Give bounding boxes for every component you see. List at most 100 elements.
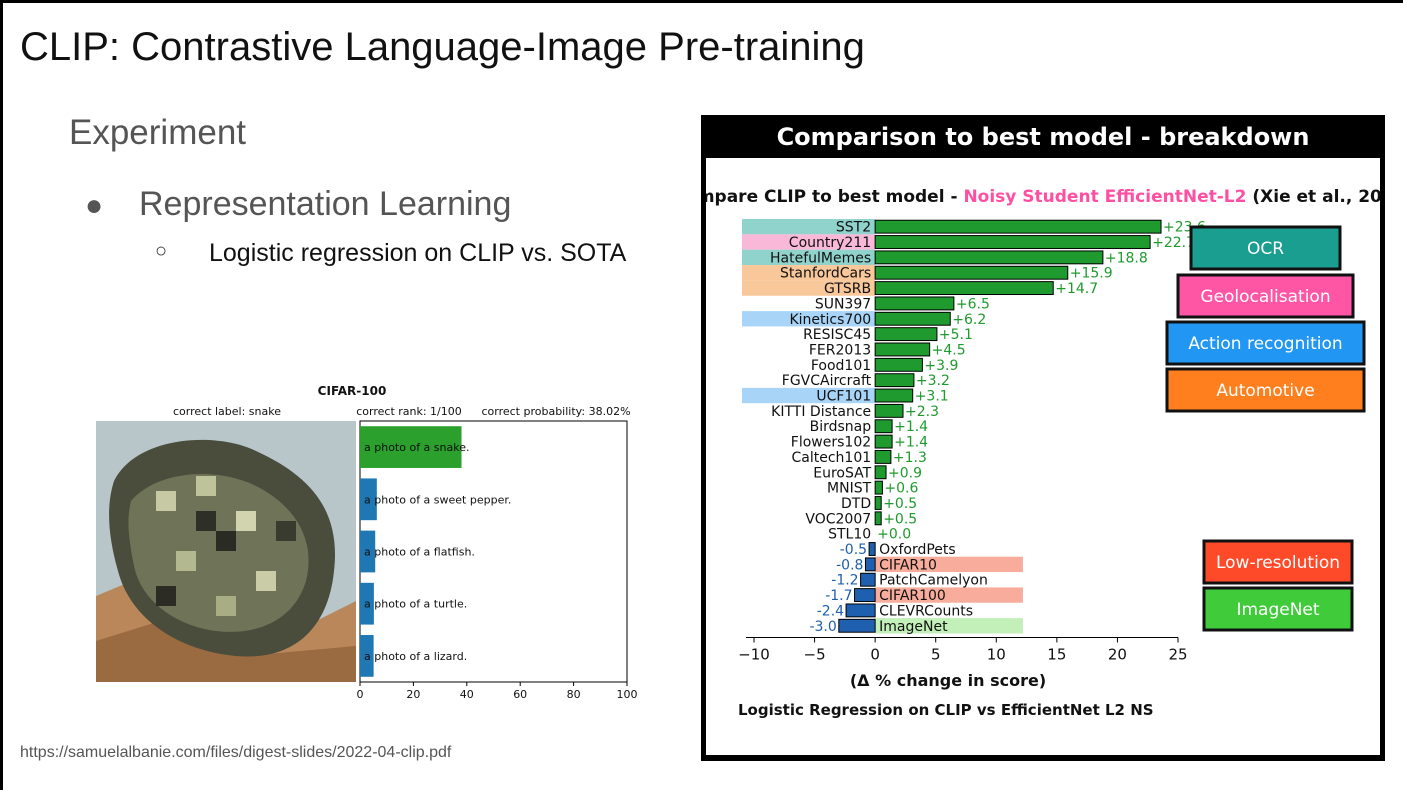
breakdown-value-label: -0.8 (836, 557, 863, 573)
slide: CLIP: Contrastive Language-Image Pre-tra… (0, 0, 1403, 790)
breakdown-panel: Comparison to best model - breakdown Com… (701, 115, 1385, 761)
breakdown-tick-label: 20 (1108, 645, 1127, 663)
breakdown-category-label: UCF101 (816, 389, 871, 405)
breakdown-value-label: -3.0 (809, 619, 836, 635)
breakdown-bar (874, 480, 883, 495)
cifar-tick-label: 60 (513, 688, 527, 701)
breakdown-value-label: +6.5 (956, 296, 990, 312)
breakdown-value-label: +1.3 (893, 450, 927, 466)
cifar-bar-label: a photo of a snake. (364, 441, 469, 454)
breakdown-value-label: +5.1 (939, 327, 973, 343)
breakdown-value-label: +3.9 (924, 358, 958, 374)
breakdown-value-label: +18.8 (1105, 250, 1148, 266)
breakdown-bar (874, 434, 893, 449)
breakdown-category-label: VOC2007 (805, 511, 871, 527)
breakdown-value-label: +6.2 (952, 312, 986, 328)
breakdown-tick-label: 15 (1047, 645, 1066, 663)
breakdown-bar (874, 465, 887, 480)
cifar-header-mid: correct rank: 1/100 (356, 405, 462, 418)
breakdown-bar (874, 235, 1151, 249)
breakdown-title-prefix: Compare CLIP to best model - (706, 187, 963, 207)
legend-geo-label: Geolocalisation (1200, 287, 1330, 307)
breakdown-category-label: CLEVRCounts (879, 603, 973, 619)
cifar-tick-label: 100 (617, 688, 638, 701)
breakdown-value-label: +1.4 (894, 419, 928, 435)
legend-ocr-label: OCR (1247, 239, 1284, 259)
breakdown-value-label: -1.7 (825, 588, 852, 604)
bullet-level1: Representation Learning (139, 185, 512, 223)
slide-subtitle: Experiment (69, 113, 247, 152)
breakdown-bar (874, 281, 1054, 296)
legend-lowres-label: Low-resolution (1216, 553, 1340, 573)
breakdown-category-label: PatchCamelyon (879, 573, 988, 589)
cifar-ticks: 0 20 40 60 80 100 (357, 682, 638, 701)
cifar-tick-label: 20 (406, 688, 420, 701)
legend-action-label: Action recognition (1188, 334, 1342, 354)
breakdown-category-label: Kinetics700 (789, 312, 871, 328)
breakdown-bar (874, 388, 914, 403)
breakdown-category-label: FGVCAircraft (782, 373, 872, 389)
cifar-headers: CIFAR-100 correct label: snake correct r… (173, 384, 631, 418)
breakdown-value-label: -1.2 (831, 573, 858, 589)
breakdown-category-label: Flowers102 (791, 435, 871, 451)
breakdown-category-label: MNIST (827, 481, 872, 497)
breakdown-bar (854, 588, 876, 603)
breakdown-category-label: OxfordPets (879, 542, 956, 558)
breakdown-bar (874, 296, 955, 311)
cifar-header-left: correct label: snake (173, 405, 281, 418)
breakdown-caption: Logistic Regression on CLIP vs Efficient… (738, 701, 1154, 719)
breakdown-category-label: RESISC45 (803, 327, 871, 343)
breakdown-category-label: EuroSAT (813, 465, 871, 481)
breakdown-bar (838, 618, 876, 633)
breakdown-value-label: +3.2 (916, 373, 950, 389)
breakdown-value-label: +1.4 (894, 435, 928, 451)
breakdown-category-label: StanfordCars (780, 266, 871, 282)
breakdown-category-label: KITTI Distance (771, 404, 871, 420)
breakdown-category-label: Birdsnap (810, 419, 872, 435)
breakdown-value-label: +0.5 (883, 496, 917, 512)
breakdown-chart: Compare CLIP to best model - Noisy Stude… (706, 158, 1380, 755)
breakdown-bar (874, 449, 892, 464)
breakdown-bar (874, 419, 893, 434)
breakdown-bar (874, 373, 915, 388)
breakdown-title-highlight: Noisy Student EfficientNet-L2 (963, 187, 1246, 207)
legend-auto-label: Automotive (1216, 381, 1314, 401)
cifar-tick-label: 40 (460, 688, 474, 701)
breakdown-category-label: STL10 (828, 527, 871, 543)
breakdown-bar (874, 511, 882, 526)
cifar-bar-label: a photo of a turtle. (364, 598, 467, 611)
snake-image (96, 421, 356, 682)
breakdown-category-label: CIFAR10 (879, 557, 937, 573)
breakdown-category-label: DTD (841, 496, 871, 512)
breakdown-tick-label: −10 (738, 645, 770, 663)
breakdown-category-label: GTSRB (824, 281, 871, 297)
breakdown-title-suffix: (Xie et al., 2020) (1246, 187, 1380, 207)
breakdown-bar (874, 496, 882, 510)
breakdown-xlabel: (Δ % change in score) (850, 671, 1046, 690)
bullet-level2: Logistic regression on CLIP vs. SOTA (209, 239, 627, 267)
breakdown-value-label: +0.6 (884, 481, 918, 497)
breakdown-bar (874, 357, 923, 372)
breakdown-value-label: +2.3 (905, 404, 939, 420)
breakdown-value-label: +14.7 (1055, 281, 1098, 297)
breakdown-category-label: ImageNet (879, 619, 948, 635)
slide-title: CLIP: Contrastive Language-Image Pre-tra… (20, 25, 865, 69)
breakdown-tick-label: 25 (1168, 645, 1187, 663)
breakdown-bar (874, 342, 931, 357)
breakdown-bar (845, 603, 876, 618)
breakdown-value-label: -2.4 (817, 603, 844, 619)
legend-imagenet-label: ImageNet (1236, 600, 1319, 620)
breakdown-value-label: +4.5 (932, 342, 966, 358)
breakdown-value-label: +15.9 (1070, 266, 1113, 282)
cifar-tick-label: 80 (567, 688, 581, 701)
breakdown-title: Compare CLIP to best model - Noisy Stude… (706, 187, 1380, 207)
breakdown-category-label: FER2013 (809, 342, 871, 358)
source-url[interactable]: https://samuelalbanie.com/files/digest-s… (20, 744, 451, 762)
breakdown-value-label: +22.7 (1152, 235, 1195, 251)
breakdown-value-label: +0.0 (877, 527, 911, 543)
breakdown-category-label: Food101 (811, 358, 871, 374)
cifar-bar-label: a photo of a flatfish. (364, 546, 475, 559)
bullet-dot-icon: ● (85, 189, 104, 222)
breakdown-tick-label: 5 (931, 645, 941, 663)
cifar-title: CIFAR-100 (318, 384, 387, 398)
